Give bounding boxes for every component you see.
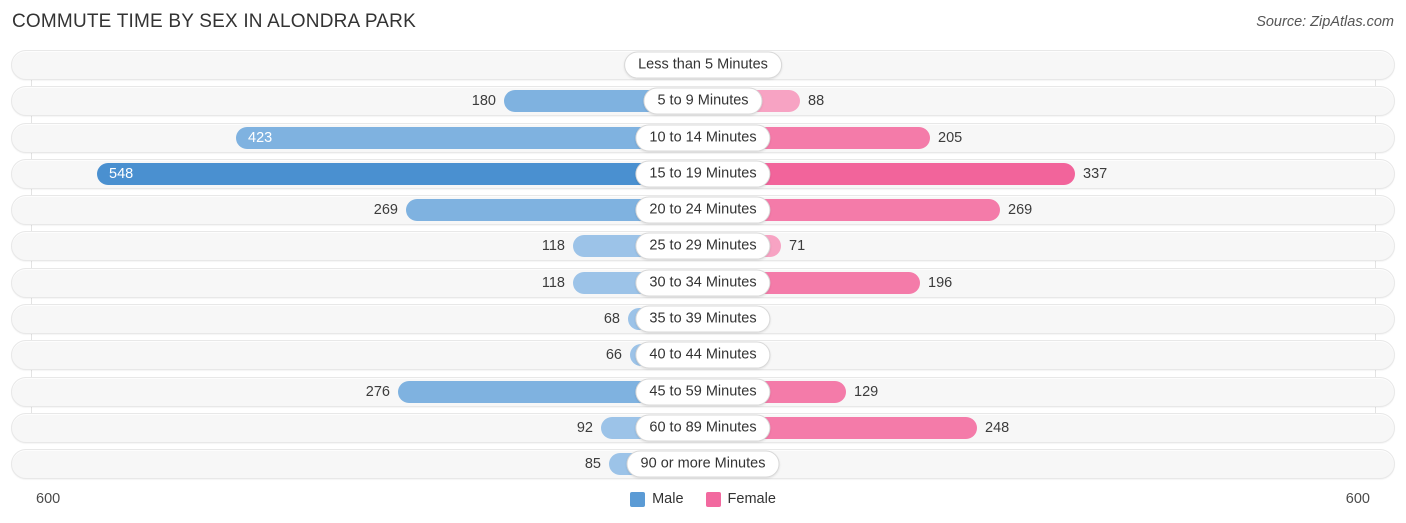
female-value-label: 269 (1008, 202, 1033, 219)
chart-page: COMMUTE TIME BY SEX IN ALONDRA PARK Sour… (0, 0, 1406, 523)
chart-row: 683135 to 39 Minutes (0, 304, 1406, 335)
chart-rows: 010Less than 5 Minutes 180 88 5 to 9 Minute… (0, 50, 1406, 486)
category-label-pill: 5 to 9 Minutes (643, 87, 763, 115)
chart-plot-area: 010Less than 5 Minutes 180 88 5 to 9 Minute… (0, 50, 1406, 486)
chart-row: 276 129 45 to 59 Minutes (0, 376, 1406, 407)
chart-footer: 600 600 Male Female (0, 486, 1406, 523)
category-label-pill: Less than 5 Minutes (624, 51, 782, 79)
female-value-label: 337 (1083, 165, 1108, 182)
male-value-label: 66 (605, 347, 622, 364)
male-value-label: 92 (576, 419, 593, 436)
category-label-pill: 35 to 39 Minutes (635, 305, 771, 333)
category-label-pill: 40 to 44 Minutes (635, 341, 771, 369)
male-value-label: 423 (248, 129, 273, 146)
chart-row: 118 196 30 to 34 Minutes (0, 267, 1406, 298)
male-bar[interactable] (236, 126, 703, 149)
female-value-label: 129 (854, 383, 879, 400)
category-label-pill: 20 to 24 Minutes (635, 196, 771, 224)
chart-header: COMMUTE TIME BY SEX IN ALONDRA PARK Sour… (0, 0, 1406, 46)
chart-row: 853090 or more Minutes (0, 449, 1406, 480)
chart-row: 269 269 20 to 24 Minutes (0, 195, 1406, 226)
male-value-label: 548 (109, 165, 134, 182)
female-value-label: 71 (789, 238, 806, 255)
chart-row: 180 88 5 to 9 Minutes (0, 86, 1406, 117)
chart-row: 662640 to 44 Minutes (0, 340, 1406, 371)
category-label-pill: 60 to 89 Minutes (635, 414, 771, 442)
chart-row: 010Less than 5 Minutes (0, 50, 1406, 80)
chart-row: 423 205 10 to 14 Minutes (0, 122, 1406, 153)
legend-swatch-icon (630, 491, 646, 507)
category-label-pill: 25 to 29 Minutes (635, 232, 771, 260)
legend-swatch-icon (705, 491, 721, 507)
chart-row: 548 337 15 to 19 Minutes (0, 158, 1406, 189)
male-value-label: 85 (584, 456, 601, 473)
legend-item-male[interactable]: Male (630, 491, 684, 507)
male-bar[interactable] (97, 162, 703, 185)
male-value-label: 118 (541, 274, 565, 291)
male-value-label: 276 (365, 383, 390, 400)
category-label-pill: 10 to 14 Minutes (635, 124, 771, 152)
page-title: COMMUTE TIME BY SEX IN ALONDRA PARK (12, 11, 416, 32)
male-value-label: 180 (471, 93, 496, 110)
category-label-pill: 30 to 34 Minutes (635, 269, 771, 297)
category-label-pill: 45 to 59 Minutes (635, 378, 771, 406)
chart-row: 118 71 25 to 29 Minutes (0, 231, 1406, 262)
female-value-label: 196 (928, 274, 953, 291)
chart-row: 92 248 60 to 89 Minutes (0, 412, 1406, 443)
legend-label: Male (652, 491, 684, 507)
male-value-label: 269 (373, 202, 398, 219)
chart-legend: Male Female (0, 491, 1406, 507)
category-label-pill: 90 or more Minutes (626, 450, 780, 478)
legend-label: Female (727, 491, 776, 507)
source-attribution: Source: ZipAtlas.com (1256, 14, 1394, 30)
female-value-label: 205 (938, 129, 963, 146)
legend-item-female[interactable]: Female (705, 491, 776, 507)
female-value-label: 248 (985, 419, 1010, 436)
category-label-pill: 15 to 19 Minutes (635, 160, 771, 188)
male-value-label: 118 (541, 238, 565, 255)
female-value-label: 88 (808, 93, 825, 110)
male-value-label: 68 (603, 311, 620, 328)
